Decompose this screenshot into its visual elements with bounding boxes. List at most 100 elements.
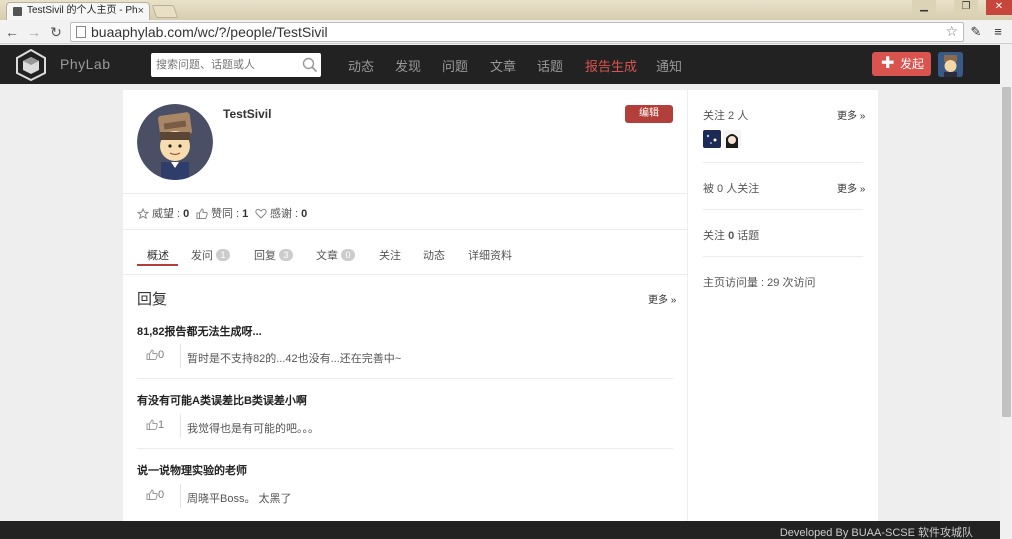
divider — [123, 193, 687, 194]
search-input[interactable] — [151, 53, 299, 77]
edit-profile-button[interactable]: 编辑 — [625, 105, 673, 123]
heart-icon — [255, 208, 267, 219]
divider — [703, 209, 863, 210]
address-bar[interactable]: buaaphylab.com/wc/?/people/TestSivil ☆ — [70, 22, 964, 42]
tab-activity[interactable]: 动态 — [423, 247, 445, 263]
tab-following[interactable]: 关注 — [379, 247, 401, 263]
page-scrollbar[interactable] — [1000, 45, 1012, 539]
divider — [123, 274, 687, 275]
tab-articles-label: 文章 — [316, 250, 338, 262]
phylab-logo-icon[interactable] — [16, 49, 46, 81]
active-tab-indicator — [137, 264, 178, 266]
nav-link-articles[interactable]: 文章 — [490, 56, 516, 75]
window-close-button[interactable]: ✕ — [986, 0, 1012, 15]
tab-articles-count: 0 — [341, 249, 355, 261]
stat-thanks: 感谢 : 0 — [255, 205, 307, 221]
bookmark-star-icon[interactable]: ☆ — [945, 23, 958, 40]
divider — [123, 229, 687, 230]
followed-topics: 关注 0 话题 — [703, 227, 759, 243]
stat-agree-label: 赞同 : — [211, 208, 243, 220]
replies-more-link[interactable]: 更多 » — [648, 291, 676, 306]
page-icon — [76, 26, 86, 38]
scrollbar-thumb[interactable] — [1002, 87, 1011, 417]
nav-link-discover[interactable]: 发现 — [395, 56, 421, 75]
tab-replies-count: 3 — [279, 249, 293, 261]
tab-replies[interactable]: 回复 3 — [254, 247, 293, 263]
restore-button[interactable]: ❐ — [954, 0, 978, 15]
nav-link-notifications[interactable]: 通知 — [656, 56, 682, 75]
page-visits: 主页访问量 : 29 次访问 — [703, 277, 816, 289]
vote-button[interactable]: 1 — [137, 414, 181, 438]
search-icon[interactable] — [301, 56, 319, 74]
nav-link-activity[interactable]: 动态 — [348, 56, 374, 75]
footer-credit: Developed By BUAA-SCSE 软件攻城队 — [779, 527, 973, 539]
nav-link-topics[interactable]: 话题 — [537, 56, 563, 75]
thumb-up-icon — [146, 489, 158, 500]
logo-text[interactable]: PhyLab — [60, 56, 110, 72]
divider — [137, 378, 673, 379]
vote-button[interactable]: 0 — [137, 344, 181, 368]
address-url[interactable]: buaaphylab.com/wc/?/people/TestSivil — [91, 24, 328, 41]
nav-link-report[interactable]: 报告生成 — [585, 56, 637, 75]
reply-answer-text[interactable]: 周晓平Boss。 太黑了 — [187, 490, 292, 506]
tab-articles[interactable]: 文章 0 — [316, 247, 355, 263]
back-arrow-icon[interactable]: ← — [4, 23, 20, 41]
profile-username: TestSivil — [223, 107, 272, 121]
vote-count: 0 — [158, 489, 165, 501]
vote-count: 1 — [158, 419, 165, 431]
followers-count: 被 0 人关注 — [703, 183, 760, 195]
browser-toolbar: ← → ↻ buaaphylab.com/wc/?/people/TestSiv… — [0, 20, 1012, 44]
site-navbar: PhyLab 动态 发现 问题 文章 话题 报告生成 通知 ✚ 发起 — [0, 45, 1000, 84]
followers-more-link[interactable]: 更多 » — [837, 180, 865, 195]
site-footer: Developed By BUAA-SCSE 软件攻城队 — [0, 521, 1000, 539]
stat-prestige-value: 0 — [183, 208, 190, 220]
divider — [137, 448, 673, 449]
following-avatar[interactable] — [723, 130, 741, 148]
new-tab-button[interactable] — [151, 5, 179, 18]
extension-icon[interactable]: ✎ — [968, 23, 984, 41]
vote-count: 0 — [158, 349, 165, 361]
followed-topics-suffix: 话题 — [734, 230, 760, 242]
following-count: 关注 2 人 — [703, 110, 749, 122]
stat-agree: 赞同 : 1 — [196, 205, 248, 221]
reply-question-title[interactable]: 说一说物理实验的老师 — [137, 462, 247, 478]
tab-close-icon[interactable]: × — [138, 3, 144, 19]
browser-tab[interactable]: TestSivil 的个人主页 - Ph × — [6, 2, 150, 20]
stat-thanks-label: 感谢 : — [270, 208, 302, 220]
followed-topics-prefix: 关注 — [703, 230, 729, 242]
tab-activity-label: 动态 — [423, 250, 445, 262]
tab-questions-label: 发问 — [191, 250, 213, 262]
nav-link-questions[interactable]: 问题 — [442, 56, 468, 75]
thumb-up-icon — [146, 419, 158, 430]
search-box[interactable] — [151, 53, 321, 77]
thumb-up-icon — [196, 208, 208, 219]
menu-icon[interactable]: ≡ — [990, 23, 1006, 41]
tab-questions[interactable]: 发问 1 — [191, 247, 230, 263]
tab-details[interactable]: 详细资料 — [468, 247, 512, 263]
prestige-icon — [137, 208, 149, 219]
plus-icon: ✚ — [881, 55, 895, 72]
stat-prestige: 威望 : 0 — [137, 205, 189, 221]
reply-question-title[interactable]: 有没有可能A类误差比B类误差小啊 — [137, 392, 307, 408]
following-more-link[interactable]: 更多 » — [837, 107, 865, 122]
profile-main: TestSivil 编辑 威望 : 0 赞同 : 1 感谢 : 0 概述 发问 1… — [123, 90, 687, 522]
reload-icon[interactable]: ↻ — [48, 23, 64, 41]
favicon-icon — [13, 7, 22, 16]
reply-answer-text[interactable]: 我觉得也是有可能的吧。。。 — [187, 420, 319, 436]
tab-overview[interactable]: 概述 — [147, 247, 169, 263]
user-avatar[interactable] — [938, 52, 963, 77]
forward-arrow-icon[interactable]: → — [26, 23, 42, 41]
replies-section-title: 回复 — [137, 291, 168, 308]
publish-button[interactable]: ✚ 发起 — [872, 52, 931, 76]
minimize-button[interactable]: ▁ — [912, 0, 936, 15]
thumb-up-icon — [146, 349, 158, 360]
tab-replies-label: 回复 — [254, 250, 276, 262]
publish-label: 发起 — [900, 57, 925, 71]
divider — [703, 162, 863, 163]
reply-answer-text[interactable]: 暂时是不支持82的...42也没有...还在完善中~ — [187, 350, 401, 366]
following-avatar[interactable] — [703, 130, 721, 148]
reply-question-title[interactable]: 81,82报告都无法生成呀... — [137, 323, 262, 339]
profile-sidebar: 关注 2 人 更多 » 被 0 人关注 更多 » 关注 0 话题 主页访问量 :… — [688, 90, 878, 522]
vote-button[interactable]: 0 — [137, 484, 181, 508]
tab-questions-count: 1 — [216, 249, 230, 261]
